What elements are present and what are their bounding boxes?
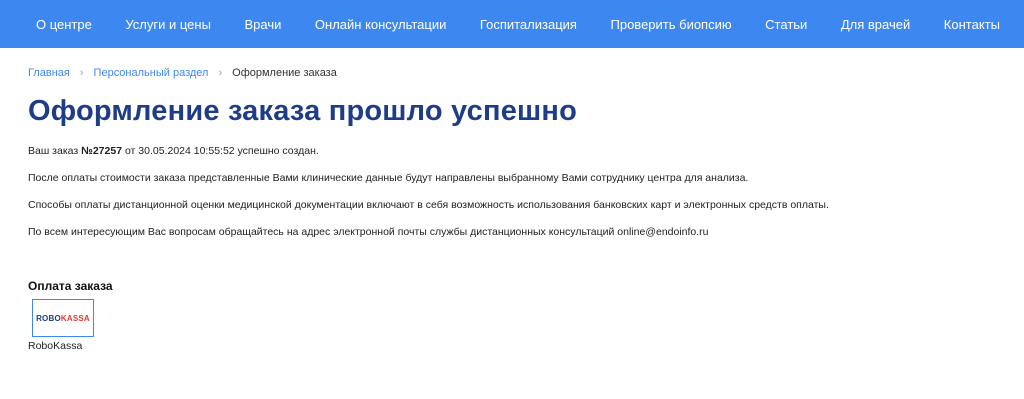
robokassa-logo-part1: ROBO <box>36 313 61 323</box>
nav-item-articles[interactable]: Статьи <box>765 17 807 32</box>
nav-item-contacts[interactable]: Контакты <box>944 17 1000 32</box>
order-confirmation-text: Ваш заказ №27257 от 30.05.2024 10:55:52 … <box>28 145 1024 158</box>
payment-method-label: RoboKassa <box>28 340 83 352</box>
info-paragraph-payment-methods: Способы оплаты дистанционной оценки меди… <box>28 199 829 211</box>
order-prefix: Ваш заказ <box>28 145 82 157</box>
robokassa-logo-part2: KASSA <box>60 313 90 323</box>
breadcrumb-chevron-icon: › <box>79 67 84 79</box>
order-suffix: от 30.05.2024 10:55:52 успешно создан. <box>122 145 319 157</box>
robokassa-logo-button[interactable]: ROBOKASSA <box>32 299 94 337</box>
nav-item-online-consultations[interactable]: Онлайн консультации <box>315 17 446 32</box>
nav-item-for-doctors[interactable]: Для врачей <box>841 17 910 32</box>
breadcrumb-chevron-icon: › <box>218 67 223 79</box>
order-number: №27257 <box>81 145 123 157</box>
main-content: Главная › Персональный раздел › Оформлен… <box>0 66 1024 352</box>
page-title: Оформление заказа прошло успешно <box>28 95 578 127</box>
payment-heading: Оплата заказа <box>28 279 113 293</box>
nav-item-about[interactable]: О центре <box>36 17 92 32</box>
nav-item-hospitalization[interactable]: Госпитализация <box>480 17 577 32</box>
nav-item-check-biopsy[interactable]: Проверить биопсию <box>611 17 732 32</box>
breadcrumb-current: Оформление заказа <box>232 67 337 79</box>
breadcrumb: Главная › Персональный раздел › Оформлен… <box>28 66 1024 80</box>
nav-item-services-prices[interactable]: Услуги и цены <box>125 17 211 32</box>
top-navigation: О центре Услуги и цены Врачи Онлайн конс… <box>0 0 1024 48</box>
robokassa-logo: ROBOKASSA <box>36 314 90 323</box>
nav-item-doctors[interactable]: Врачи <box>244 17 281 32</box>
breadcrumb-home[interactable]: Главная <box>28 67 70 79</box>
info-paragraph-after-payment: После оплаты стоимости заказа представле… <box>28 172 749 184</box>
breadcrumb-personal-section[interactable]: Персональный раздел <box>94 67 209 79</box>
info-paragraph-contact: По всем интересующим Вас вопросам обраща… <box>28 226 709 238</box>
